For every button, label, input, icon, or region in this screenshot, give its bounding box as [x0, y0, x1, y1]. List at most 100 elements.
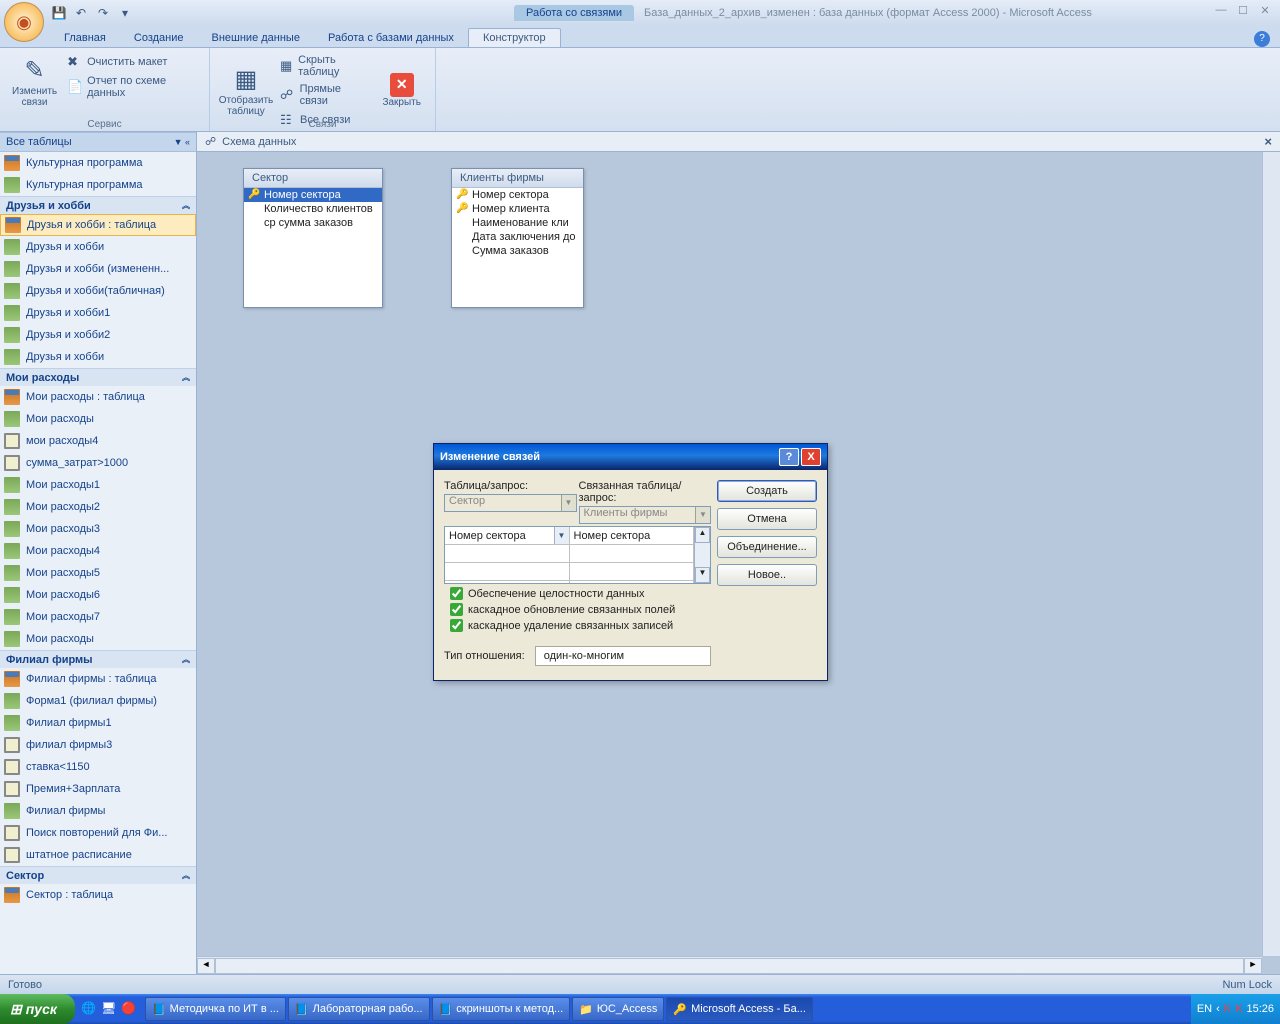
qat-dropdown-icon[interactable]: ▾: [116, 4, 134, 22]
create-button[interactable]: Создать: [717, 480, 817, 502]
field-cell[interactable]: [570, 563, 694, 581]
table-select[interactable]: Сектор▼: [444, 494, 577, 512]
direct-relationships-button[interactable]: ☍Прямые связи: [276, 81, 374, 109]
list-item[interactable]: Сектор : таблица: [0, 884, 196, 906]
list-item[interactable]: Друзья и хобби : таблица: [0, 214, 196, 236]
list-item[interactable]: Премия+Зарплата: [0, 778, 196, 800]
list-item[interactable]: Мои расходы : таблица: [0, 386, 196, 408]
help-icon[interactable]: ?: [1254, 31, 1270, 47]
nav-group-header[interactable]: Мои расходы︽: [0, 368, 196, 386]
minimize-button[interactable]: —: [1212, 4, 1230, 17]
close-relationships-button[interactable]: ✕Закрыть: [374, 50, 429, 130]
list-item[interactable]: ставка<1150: [0, 756, 196, 778]
list-item[interactable]: Мои расходы: [0, 628, 196, 650]
list-item[interactable]: Культурная программа: [0, 174, 196, 196]
list-item[interactable]: Мои расходы2: [0, 496, 196, 518]
field-cell[interactable]: Номер сектора▼: [445, 527, 569, 545]
clear-layout-button[interactable]: ✖Очистить макет: [63, 52, 203, 72]
tray-icon[interactable]: ‹: [1216, 1003, 1220, 1015]
system-tray[interactable]: EN ‹ K K 15:26: [1191, 994, 1280, 1024]
tab-home[interactable]: Главная: [50, 29, 120, 47]
field-cell[interactable]: Номер сектора: [570, 527, 694, 545]
field-cell[interactable]: [445, 563, 569, 581]
chevron-down-icon[interactable]: ▼ «: [174, 137, 190, 147]
list-item[interactable]: филиал фирмы3: [0, 734, 196, 756]
list-item[interactable]: Культурная программа: [0, 152, 196, 174]
taskbar-item[interactable]: 📁 ЮС_Access: [572, 997, 664, 1021]
grid-scrollbar[interactable]: ▲▼: [694, 527, 710, 583]
list-item[interactable]: штатное расписание: [0, 844, 196, 866]
list-item[interactable]: Друзья и хобби: [0, 236, 196, 258]
taskbar-item[interactable]: 📘 скриншоты к метод...: [432, 997, 571, 1021]
scroll-left-icon[interactable]: ◄: [197, 958, 215, 974]
list-item[interactable]: мои расходы4: [0, 430, 196, 452]
office-button[interactable]: ◉: [4, 2, 44, 42]
list-item[interactable]: Друзья и хобби (измененн...: [0, 258, 196, 280]
list-item[interactable]: Мои расходы7: [0, 606, 196, 628]
redo-icon[interactable]: ↷: [94, 4, 112, 22]
horizontal-scrollbar[interactable]: ◄►: [197, 956, 1262, 974]
save-icon[interactable]: 💾: [50, 4, 68, 22]
tab-design[interactable]: Конструктор: [468, 28, 561, 47]
join-button[interactable]: Объединение...: [717, 536, 817, 558]
tab-external[interactable]: Внешние данные: [198, 29, 314, 47]
edit-relationships-button[interactable]: ✎Изменить связи: [6, 50, 63, 112]
cascade-update-checkbox[interactable]: каскадное обновление связанных полей: [450, 603, 705, 616]
list-item[interactable]: Мои расходы: [0, 408, 196, 430]
nav-header[interactable]: Все таблицы▼ «: [0, 132, 196, 152]
start-button[interactable]: ⊞ пуск: [0, 994, 75, 1024]
dialog-close-button[interactable]: X: [801, 448, 821, 466]
tab-create[interactable]: Создание: [120, 29, 198, 47]
field-cell[interactable]: [570, 545, 694, 563]
clock[interactable]: 15:26: [1246, 1003, 1274, 1015]
taskbar-item[interactable]: 🔑 Microsoft Access - Ба...: [666, 997, 813, 1021]
list-item[interactable]: Филиал фирмы1: [0, 712, 196, 734]
list-item[interactable]: Друзья и хобби(табличная): [0, 280, 196, 302]
list-item[interactable]: Друзья и хобби: [0, 346, 196, 368]
list-item[interactable]: Друзья и хобби2: [0, 324, 196, 346]
document-close-button[interactable]: ×: [1264, 134, 1272, 149]
list-item[interactable]: Филиал фирмы: [0, 800, 196, 822]
taskbar-item[interactable]: 📘 Методичка по ИТ в ...: [145, 997, 286, 1021]
table-clients[interactable]: Клиенты фирмы 🔑Номер сектора 🔑Номер клие…: [451, 168, 584, 308]
tray-icon[interactable]: K: [1224, 1003, 1231, 1015]
maximize-button[interactable]: ☐: [1234, 4, 1252, 17]
nav-group-header[interactable]: Друзья и хобби︽: [0, 196, 196, 214]
scroll-right-icon[interactable]: ►: [1244, 958, 1262, 974]
table-field[interactable]: Сумма заказов: [452, 244, 583, 258]
table-field[interactable]: 🔑Номер сектора: [452, 188, 583, 202]
nav-group-header[interactable]: Сектор︽: [0, 866, 196, 884]
tray-icon[interactable]: K: [1235, 1003, 1242, 1015]
app-icon[interactable]: 🔴: [121, 1001, 137, 1017]
list-item[interactable]: Мои расходы5: [0, 562, 196, 584]
dialog-titlebar[interactable]: Изменение связей ?X: [434, 444, 827, 470]
ie-icon[interactable]: 🌐: [81, 1001, 97, 1017]
table-field[interactable]: 🔑Номер сектора: [244, 188, 382, 202]
cascade-delete-checkbox[interactable]: каскадное удаление связанных записей: [450, 619, 705, 632]
hide-table-button[interactable]: ▦Скрыть таблицу: [276, 52, 374, 80]
list-item[interactable]: Мои расходы6: [0, 584, 196, 606]
enforce-integrity-checkbox[interactable]: Обеспечение целостности данных: [450, 587, 705, 600]
list-item[interactable]: Мои расходы1: [0, 474, 196, 496]
related-table-select[interactable]: Клиенты фирмы▼: [579, 506, 712, 524]
tab-dbtools[interactable]: Работа с базами данных: [314, 29, 468, 47]
relationship-report-button[interactable]: 📄Отчет по схеме данных: [63, 73, 203, 101]
taskbar-item[interactable]: 📘 Лабораторная рабо...: [288, 997, 430, 1021]
close-button[interactable]: ✕: [1256, 4, 1274, 17]
document-tab[interactable]: ☍ Схема данных ×: [197, 132, 1280, 152]
list-item[interactable]: Мои расходы4: [0, 540, 196, 562]
table-field[interactable]: Дата заключения до: [452, 230, 583, 244]
table-field[interactable]: Количество клиентов: [244, 202, 382, 216]
table-field[interactable]: Наименование кли: [452, 216, 583, 230]
dialog-help-button[interactable]: ?: [779, 448, 799, 466]
table-field[interactable]: 🔑Номер клиента: [452, 202, 583, 216]
list-item[interactable]: Форма1 (филиал фирмы): [0, 690, 196, 712]
table-sector[interactable]: Сектор 🔑Номер сектора Количество клиенто…: [243, 168, 383, 308]
desktop-icon[interactable]: 🖥: [101, 1001, 117, 1017]
cancel-button[interactable]: Отмена: [717, 508, 817, 530]
new-button[interactable]: Новое..: [717, 564, 817, 586]
nav-group-header[interactable]: Филиал фирмы︽: [0, 650, 196, 668]
show-table-button[interactable]: ▦Отобразить таблицу: [216, 50, 276, 130]
list-item[interactable]: Друзья и хобби1: [0, 302, 196, 324]
list-item[interactable]: сумма_затрат>1000: [0, 452, 196, 474]
